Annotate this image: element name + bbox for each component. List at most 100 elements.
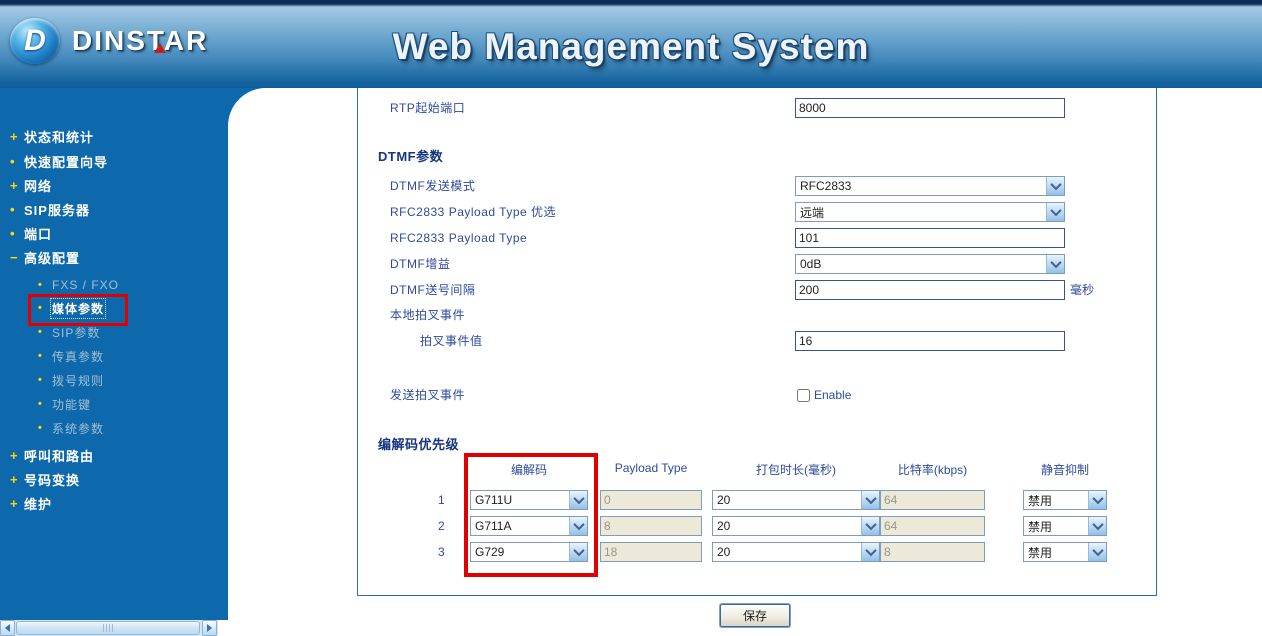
chevron-down-icon[interactable] — [861, 491, 879, 509]
codec-row-index: 3 — [438, 545, 445, 559]
dtmf-section-title: DTMF参数 — [378, 149, 444, 164]
dot-icon: • — [38, 374, 42, 386]
dtmf-interval-input[interactable] — [795, 280, 1065, 300]
dot-icon: • — [10, 201, 15, 217]
arrow-left-icon — [5, 624, 10, 632]
sidebar-item-sip-params[interactable]: • SIP参数 — [38, 322, 100, 342]
sidebar-item-advanced-config[interactable]: − 高级配置 — [10, 247, 80, 267]
rfc2833-pref-select[interactable]: 远端 — [795, 202, 1065, 222]
horizontal-scrollbar[interactable] — [0, 620, 218, 636]
sidebar-item-label: 号码变换 — [24, 472, 81, 488]
scrollbar-thumb[interactable] — [16, 621, 200, 635]
vad-value: 禁用 — [1028, 493, 1053, 508]
sidebar-item-label: 网络 — [24, 178, 53, 194]
dtmf-interval-unit: 毫秒 — [1070, 283, 1095, 297]
chevron-down-icon[interactable] — [1088, 491, 1106, 509]
sidebar-item-number-transform[interactable]: + 号码变换 — [10, 469, 80, 489]
sidebar-item-label: FXS / FXO — [52, 278, 120, 292]
send-hookflash-label: 发送拍叉事件 — [390, 388, 466, 402]
sidebar-item-label: 端口 — [24, 226, 53, 242]
sidebar-item-fax-params[interactable]: • 传真参数 — [38, 346, 104, 366]
codec-select-2[interactable]: G711A — [470, 516, 588, 536]
sidebar-item-quick-wizard[interactable]: • 快速配置向导 — [10, 151, 108, 171]
codec-row-index: 1 — [438, 493, 445, 507]
expand-plus-icon: + — [10, 471, 18, 487]
chevron-down-icon[interactable] — [1088, 543, 1106, 561]
chevron-down-icon[interactable] — [1046, 255, 1064, 273]
enable-checkbox-label: Enable — [814, 388, 852, 402]
sidebar-item-media-params[interactable]: • 媒体参数 — [38, 297, 107, 319]
ptime-value: 20 — [717, 545, 731, 559]
page: D DINSTAR Web Management System + 状态和统计 •… — [0, 0, 1262, 636]
vad-col-header: 静音抑制 — [1040, 463, 1089, 477]
sidebar-item-system-params[interactable]: • 系统参数 — [38, 418, 104, 438]
sidebar-item-label: 高级配置 — [24, 250, 81, 266]
send-hookflash-checkbox-row: Enable — [797, 385, 851, 405]
sidebar-item-label: 状态和统计 — [24, 129, 95, 145]
sidebar-item-function-key[interactable]: • 功能键 — [38, 394, 91, 414]
payload-type-input-3 — [600, 542, 702, 562]
codec-select-1[interactable]: G711U — [470, 490, 588, 510]
dtmf-gain-select[interactable]: 0dB — [795, 254, 1065, 274]
dtmf-interval-label: DTMF送号间隔 — [390, 283, 476, 297]
sidebar-item-label: 媒体参数 — [49, 297, 107, 319]
chevron-down-icon[interactable] — [569, 517, 587, 535]
sidebar-item-label: 快速配置向导 — [24, 154, 109, 170]
sidebar-item-status[interactable]: + 状态和统计 — [10, 126, 94, 146]
dtmf-mode-value: RFC2833 — [800, 179, 852, 193]
bitrate-input-2 — [880, 516, 985, 536]
expand-plus-icon: + — [10, 495, 18, 511]
save-button[interactable]: 保存 — [720, 604, 790, 627]
chevron-down-icon[interactable] — [569, 543, 587, 561]
chevron-down-icon[interactable] — [861, 543, 879, 561]
sidebar-item-maintenance[interactable]: + 维护 — [10, 493, 52, 513]
dtmf-mode-select[interactable]: RFC2833 — [795, 176, 1065, 196]
chevron-down-icon[interactable] — [1046, 177, 1064, 195]
bitrate-input-3 — [880, 542, 985, 562]
codec-value: G711A — [475, 519, 512, 533]
header-banner: D DINSTAR Web Management System — [0, 0, 1262, 88]
hookflash-value-input[interactable] — [795, 331, 1065, 351]
sidebar-item-port[interactable]: • 端口 — [10, 223, 52, 243]
dot-icon: • — [38, 350, 42, 362]
rfc2833-pt-label: RFC2833 Payload Type — [390, 231, 528, 245]
sidebar-item-network[interactable]: + 网络 — [10, 175, 52, 195]
sidebar-item-label: 呼叫和路由 — [24, 448, 95, 464]
vad-value: 禁用 — [1028, 519, 1053, 534]
sidebar-item-dial-rule[interactable]: • 拨号规则 — [38, 370, 104, 390]
rtp-port-input[interactable] — [795, 98, 1065, 118]
dot-icon: • — [38, 398, 42, 410]
codec-col-header: 编解码 — [510, 463, 547, 477]
ptime-select-2[interactable]: 20 — [712, 516, 880, 536]
sidebar-item-fxs-fxo[interactable]: • FXS / FXO — [38, 275, 119, 295]
ptime-select-3[interactable]: 20 — [712, 542, 880, 562]
ptime-select-1[interactable]: 20 — [712, 490, 880, 510]
dtmf-gain-label: DTMF增益 — [390, 257, 451, 271]
page-title: Web Management System — [392, 26, 870, 67]
codec-row-index: 2 — [438, 519, 445, 533]
chevron-down-icon[interactable] — [1088, 517, 1106, 535]
rtp-port-label: RTP起始端口 — [390, 101, 466, 115]
vad-select-1[interactable]: 禁用 — [1023, 490, 1107, 510]
scroll-right-button[interactable] — [202, 620, 217, 636]
dtmf-gain-value: 0dB — [800, 257, 822, 271]
sidebar-item-sip-server[interactable]: • SIP服务器 — [10, 199, 90, 219]
sidebar-item-call-routing[interactable]: + 呼叫和路由 — [10, 445, 94, 465]
vad-select-2[interactable]: 禁用 — [1023, 516, 1107, 536]
vad-select-3[interactable]: 禁用 — [1023, 542, 1107, 562]
codec-select-3[interactable]: G729 — [470, 542, 588, 562]
dot-icon: • — [38, 302, 42, 314]
rfc2833-pt-input[interactable] — [795, 228, 1065, 248]
ptime-value: 20 — [717, 493, 731, 507]
rfc2833-pref-label: RFC2833 Payload Type 优选 — [390, 205, 557, 219]
send-hookflash-checkbox[interactable] — [797, 388, 810, 402]
chevron-down-icon[interactable] — [861, 517, 879, 535]
payload-type-input-2 — [600, 516, 702, 536]
chevron-down-icon[interactable] — [1046, 203, 1064, 221]
ptime-value: 20 — [717, 519, 731, 533]
scrollbar-grip-icon — [102, 624, 114, 632]
chevron-down-icon[interactable] — [569, 491, 587, 509]
payload-col-header: Payload Type — [614, 461, 688, 475]
scroll-left-button[interactable] — [0, 620, 15, 636]
sidebar-item-label: 功能键 — [52, 397, 92, 412]
